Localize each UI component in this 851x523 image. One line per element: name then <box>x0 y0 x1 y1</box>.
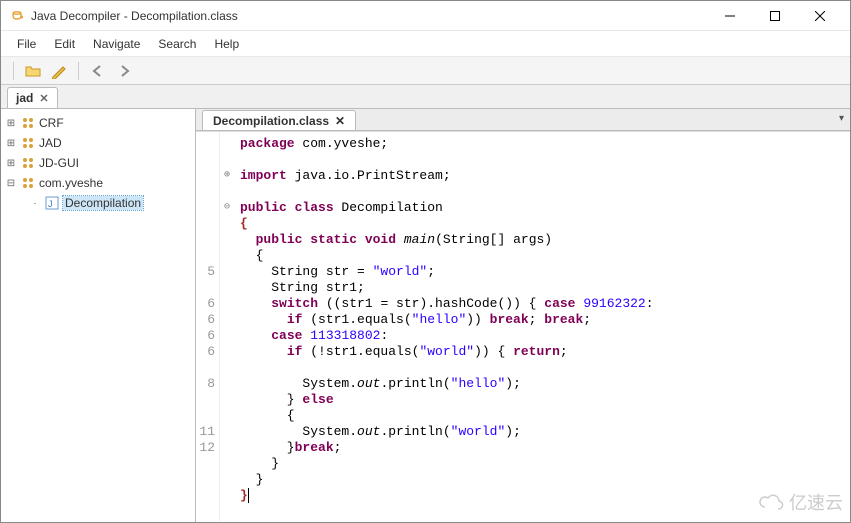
toolbar <box>1 57 850 85</box>
save-icon[interactable] <box>48 60 70 82</box>
close-button[interactable] <box>797 2 842 30</box>
tree-node-crf[interactable]: ⊞ CRF <box>1 113 195 133</box>
file-tab-decompilation[interactable]: Decompilation.class ✕ <box>202 110 356 130</box>
menu-search[interactable]: Search <box>150 34 204 54</box>
menubar: File Edit Navigate Search Help <box>1 31 850 57</box>
tree-node-jdgui[interactable]: ⊞ JD-GUI <box>1 153 195 173</box>
expand-icon[interactable]: ⊞ <box>5 118 17 129</box>
menu-navigate[interactable]: Navigate <box>85 34 148 54</box>
expand-icon[interactable]: ⊞ <box>5 138 17 149</box>
fold-column[interactable]: ⊕ ⊖ <box>220 132 234 522</box>
maximize-button[interactable] <box>752 2 797 30</box>
code-area[interactable]: package com.yveshe; import java.io.Print… <box>234 132 850 522</box>
menu-help[interactable]: Help <box>206 34 247 54</box>
expand-icon[interactable]: ⊞ <box>5 158 17 169</box>
file-tabbar: Decompilation.class ✕ ▾ <box>196 109 850 131</box>
tree-label: JD-GUI <box>39 156 79 170</box>
back-icon[interactable] <box>87 60 109 82</box>
code-editor[interactable]: 5 6 6 6 6 8 11 12 ⊕ ⊖ package com.yveshe… <box>196 131 850 522</box>
open-file-icon[interactable] <box>22 60 44 82</box>
titlebar: Java Decompiler - Decompilation.class <box>1 1 850 31</box>
file-tab-label: Decompilation.class <box>213 114 329 128</box>
tree-node-jad[interactable]: ⊞ JAD <box>1 133 195 153</box>
toolbar-separator <box>13 62 14 80</box>
window-controls <box>707 2 842 30</box>
app-icon <box>9 8 25 24</box>
tree-label: Decompilation <box>63 196 143 210</box>
close-icon[interactable]: ✕ <box>39 92 48 105</box>
leaf-icon: · <box>29 198 41 209</box>
tab-label: jad <box>16 91 33 105</box>
package-icon <box>21 136 35 150</box>
tree-node-decompilation[interactable]: · J Decompilation <box>1 193 195 213</box>
tree-label: com.yveshe <box>39 176 103 190</box>
package-icon <box>21 156 35 170</box>
class-file-icon: J <box>45 196 59 210</box>
svg-text:J: J <box>48 199 53 209</box>
window-title: Java Decompiler - Decompilation.class <box>31 9 707 23</box>
toolbar-separator <box>78 62 79 80</box>
content-area: ⊞ CRF ⊞ JAD ⊞ JD-GUI ⊟ com.yvesh <box>1 109 850 522</box>
sidebar-tree[interactable]: ⊞ CRF ⊞ JAD ⊞ JD-GUI ⊟ com.yvesh <box>1 109 196 522</box>
line-gutter: 5 6 6 6 6 8 11 12 <box>196 132 220 522</box>
tree-label: CRF <box>39 116 64 130</box>
close-icon[interactable]: ✕ <box>335 114 345 128</box>
app-window: Java Decompiler - Decompilation.class Fi… <box>0 0 851 523</box>
editor-pane: Decompilation.class ✕ ▾ 5 6 6 6 6 8 11 1… <box>196 109 850 522</box>
forward-icon[interactable] <box>113 60 135 82</box>
tree-node-comyveshe[interactable]: ⊟ com.yveshe <box>1 173 195 193</box>
tree-label: JAD <box>39 136 62 150</box>
package-icon <box>21 176 35 190</box>
package-icon <box>21 116 35 130</box>
minimize-button[interactable] <box>707 2 752 30</box>
tab-menu-icon[interactable]: ▾ <box>839 113 844 124</box>
menu-file[interactable]: File <box>9 34 44 54</box>
menu-edit[interactable]: Edit <box>46 34 83 54</box>
project-tabbar: jad ✕ <box>1 85 850 109</box>
collapse-icon[interactable]: ⊟ <box>5 178 17 189</box>
project-tab-jad[interactable]: jad ✕ <box>7 87 58 108</box>
